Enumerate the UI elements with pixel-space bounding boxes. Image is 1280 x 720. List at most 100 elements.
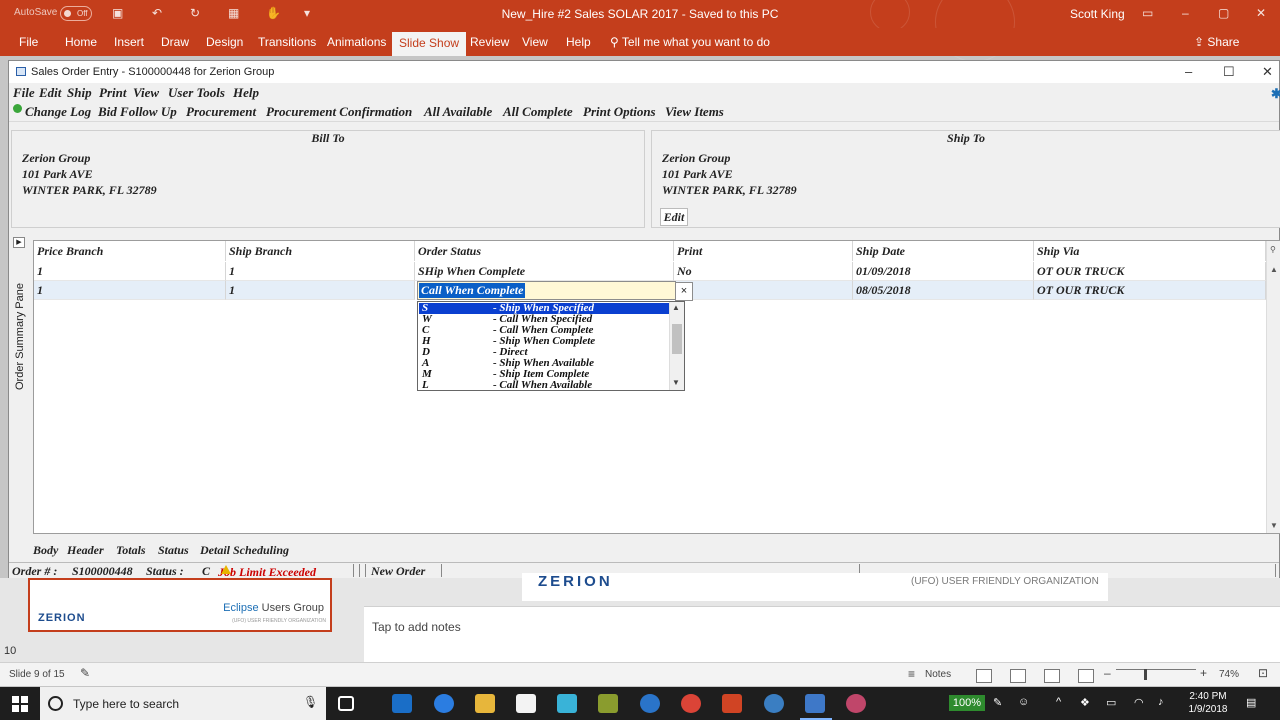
dropdown-scrollbar[interactable]: ▲ ▼ bbox=[669, 302, 684, 390]
action-center-icon[interactable]: ▤ bbox=[1246, 696, 1256, 709]
tab-transitions[interactable]: Transitions bbox=[258, 35, 316, 49]
table-cell[interactable]: OT OUR TRUCK bbox=[1034, 281, 1266, 300]
tab-slide-show[interactable]: Slide Show bbox=[392, 32, 467, 56]
table-cell[interactable]: No bbox=[674, 262, 853, 281]
show-hidden-icons[interactable]: ^ bbox=[1056, 696, 1061, 708]
zoom-level[interactable]: 74% bbox=[1219, 669, 1239, 680]
tab-help[interactable]: Help bbox=[566, 35, 591, 49]
microphone-icon[interactable]: 🎙 bbox=[303, 695, 318, 709]
tab-insert[interactable]: Insert bbox=[114, 35, 144, 49]
toolbar-change-log[interactable]: Change Log bbox=[25, 104, 91, 120]
windows-start-icon[interactable] bbox=[12, 696, 28, 712]
grid-scrollbar[interactable]: ⚲ ▲ ▼ bbox=[1266, 241, 1280, 533]
order-status-selected-value[interactable]: Call When Complete bbox=[419, 283, 526, 298]
chrome-icon[interactable] bbox=[681, 694, 701, 713]
column-header-ship-via[interactable]: Ship Via bbox=[1034, 241, 1266, 261]
slide-sorter-icon[interactable] bbox=[1010, 669, 1026, 683]
minimize-icon[interactable]: – bbox=[1182, 6, 1189, 20]
toolbar-all-complete[interactable]: All Complete bbox=[503, 104, 573, 120]
slideshow-view-icon[interactable] bbox=[1078, 669, 1094, 683]
grid-scroll-up-icon[interactable]: ▲ bbox=[1270, 265, 1278, 274]
table-cell[interactable]: OT OUR TRUCK bbox=[1034, 262, 1266, 281]
toolbar-view-items[interactable]: View Items bbox=[665, 104, 724, 120]
settings-app-icon[interactable] bbox=[846, 694, 866, 713]
sales-order-app-icon[interactable] bbox=[805, 694, 825, 713]
reading-view-icon[interactable] bbox=[1044, 669, 1060, 683]
dropdown-option-h[interactable]: H- Ship When Complete bbox=[419, 336, 669, 347]
outlook-icon[interactable] bbox=[392, 694, 412, 713]
column-header-ship-branch[interactable]: Ship Branch bbox=[226, 241, 415, 261]
tab-detail-scheduling[interactable]: Detail Scheduling bbox=[200, 543, 289, 558]
slide-thumbnail[interactable]: ZERION Eclipse Users Group (UFO) USER FR… bbox=[28, 578, 332, 632]
column-header-ship-date[interactable]: Ship Date bbox=[853, 241, 1034, 261]
current-slide-preview[interactable]: ZERION (UFO) USER FRIENDLY ORGANIZATION bbox=[522, 573, 1108, 601]
menu-print[interactable]: Print bbox=[99, 85, 126, 101]
table-cell[interactable]: No bbox=[674, 281, 853, 300]
share-button[interactable]: ⇪ Share bbox=[1194, 35, 1239, 49]
menu-ship[interactable]: Ship bbox=[67, 85, 92, 101]
close-icon[interactable]: ✕ bbox=[1256, 6, 1266, 20]
toolbar-procurement-confirmation[interactable]: Procurement Confirmation bbox=[266, 104, 412, 120]
menu-edit[interactable]: Edit bbox=[39, 85, 61, 101]
menu-user-tools[interactable]: User Tools bbox=[168, 85, 225, 101]
window-close-icon[interactable]: ✕ bbox=[1262, 64, 1273, 80]
scrollbar-thumb[interactable] bbox=[672, 324, 682, 354]
people-icon[interactable]: ☺ bbox=[1018, 696, 1029, 708]
dropdown-option-l[interactable]: L- Call When Available bbox=[419, 380, 669, 391]
remote-desktop-icon[interactable] bbox=[557, 694, 577, 713]
wifi-icon[interactable]: ◠ bbox=[1134, 696, 1144, 709]
table-cell[interactable]: 1 bbox=[226, 262, 415, 281]
maximize-icon[interactable]: ▢ bbox=[1218, 6, 1229, 20]
table-cell[interactable]: 1 bbox=[34, 262, 226, 281]
toolbar-all-available[interactable]: All Available bbox=[424, 104, 492, 120]
volume-icon[interactable]: ♪ bbox=[1158, 696, 1164, 708]
powerpoint-icon[interactable] bbox=[722, 694, 742, 713]
menu-view[interactable]: View bbox=[133, 85, 159, 101]
battery-tray-icon[interactable]: ▭ bbox=[1106, 696, 1116, 709]
user-name[interactable]: Scott King bbox=[1070, 7, 1125, 21]
pin-icon[interactable]: ✱ bbox=[1271, 86, 1280, 102]
table-cell[interactable]: 1 bbox=[226, 281, 415, 300]
notes-pane[interactable]: Tap to add notes bbox=[364, 606, 1280, 662]
ribbon-display-icon[interactable]: ▭ bbox=[1142, 6, 1153, 20]
table-cell[interactable]: 01/09/2018 bbox=[853, 262, 1034, 281]
tab-header[interactable]: Header bbox=[67, 543, 104, 558]
zoom-slider-knob[interactable] bbox=[1144, 669, 1147, 680]
menu-file[interactable]: File bbox=[13, 85, 35, 101]
file-explorer-icon[interactable] bbox=[475, 694, 495, 713]
tab-view[interactable]: View bbox=[522, 35, 548, 49]
order-status-dropdown[interactable]: S- Ship When Specified W- Call When Spec… bbox=[417, 301, 685, 391]
tell-me-search[interactable]: ⚲ Tell me what you want to do bbox=[610, 35, 770, 49]
toolbar-print-options[interactable]: Print Options bbox=[583, 104, 656, 120]
tab-totals[interactable]: Totals bbox=[116, 543, 146, 558]
notes-edit-icon[interactable]: ✎ bbox=[80, 666, 90, 680]
pen-icon[interactable]: ✎ bbox=[993, 696, 1002, 709]
expand-pane-icon[interactable]: ▶ bbox=[13, 237, 25, 248]
store-icon[interactable] bbox=[516, 694, 536, 713]
order-summary-pane[interactable]: ▶ Order Summary Pane bbox=[11, 237, 29, 557]
eclipse-icon[interactable] bbox=[764, 694, 784, 713]
ship-to-edit-button[interactable]: Edit bbox=[660, 208, 688, 226]
menu-help[interactable]: Help bbox=[233, 85, 259, 101]
zoom-out-icon[interactable]: – bbox=[1104, 666, 1111, 680]
table-cell[interactable]: SHip When Complete bbox=[415, 262, 674, 281]
toolbar-procurement[interactable]: Procurement bbox=[186, 104, 256, 120]
normal-view-icon[interactable] bbox=[976, 669, 992, 683]
tab-home[interactable]: Home bbox=[65, 35, 97, 49]
clear-icon[interactable]: × bbox=[675, 282, 693, 301]
column-header-print[interactable]: Print bbox=[674, 241, 853, 261]
new-order-button[interactable]: New Order bbox=[371, 564, 425, 579]
battery-indicator[interactable]: 100% bbox=[949, 695, 985, 711]
column-header-order-status[interactable]: Order Status bbox=[415, 241, 674, 261]
scroll-up-icon[interactable]: ▲ bbox=[672, 303, 680, 312]
task-view-icon[interactable] bbox=[338, 696, 354, 711]
tab-review[interactable]: Review bbox=[470, 35, 509, 49]
zoom-slider[interactable] bbox=[1116, 669, 1196, 670]
column-header-price-branch[interactable]: Price Branch bbox=[34, 241, 226, 261]
app-icon[interactable] bbox=[598, 694, 618, 713]
internet-explorer-icon[interactable] bbox=[640, 694, 660, 713]
toolbar-bid-follow-up[interactable]: Bid Follow Up bbox=[98, 104, 177, 120]
tab-file[interactable]: File bbox=[19, 35, 38, 49]
tab-status[interactable]: Status bbox=[158, 543, 189, 558]
order-status-editor[interactable]: Call When Complete × bbox=[417, 281, 693, 301]
